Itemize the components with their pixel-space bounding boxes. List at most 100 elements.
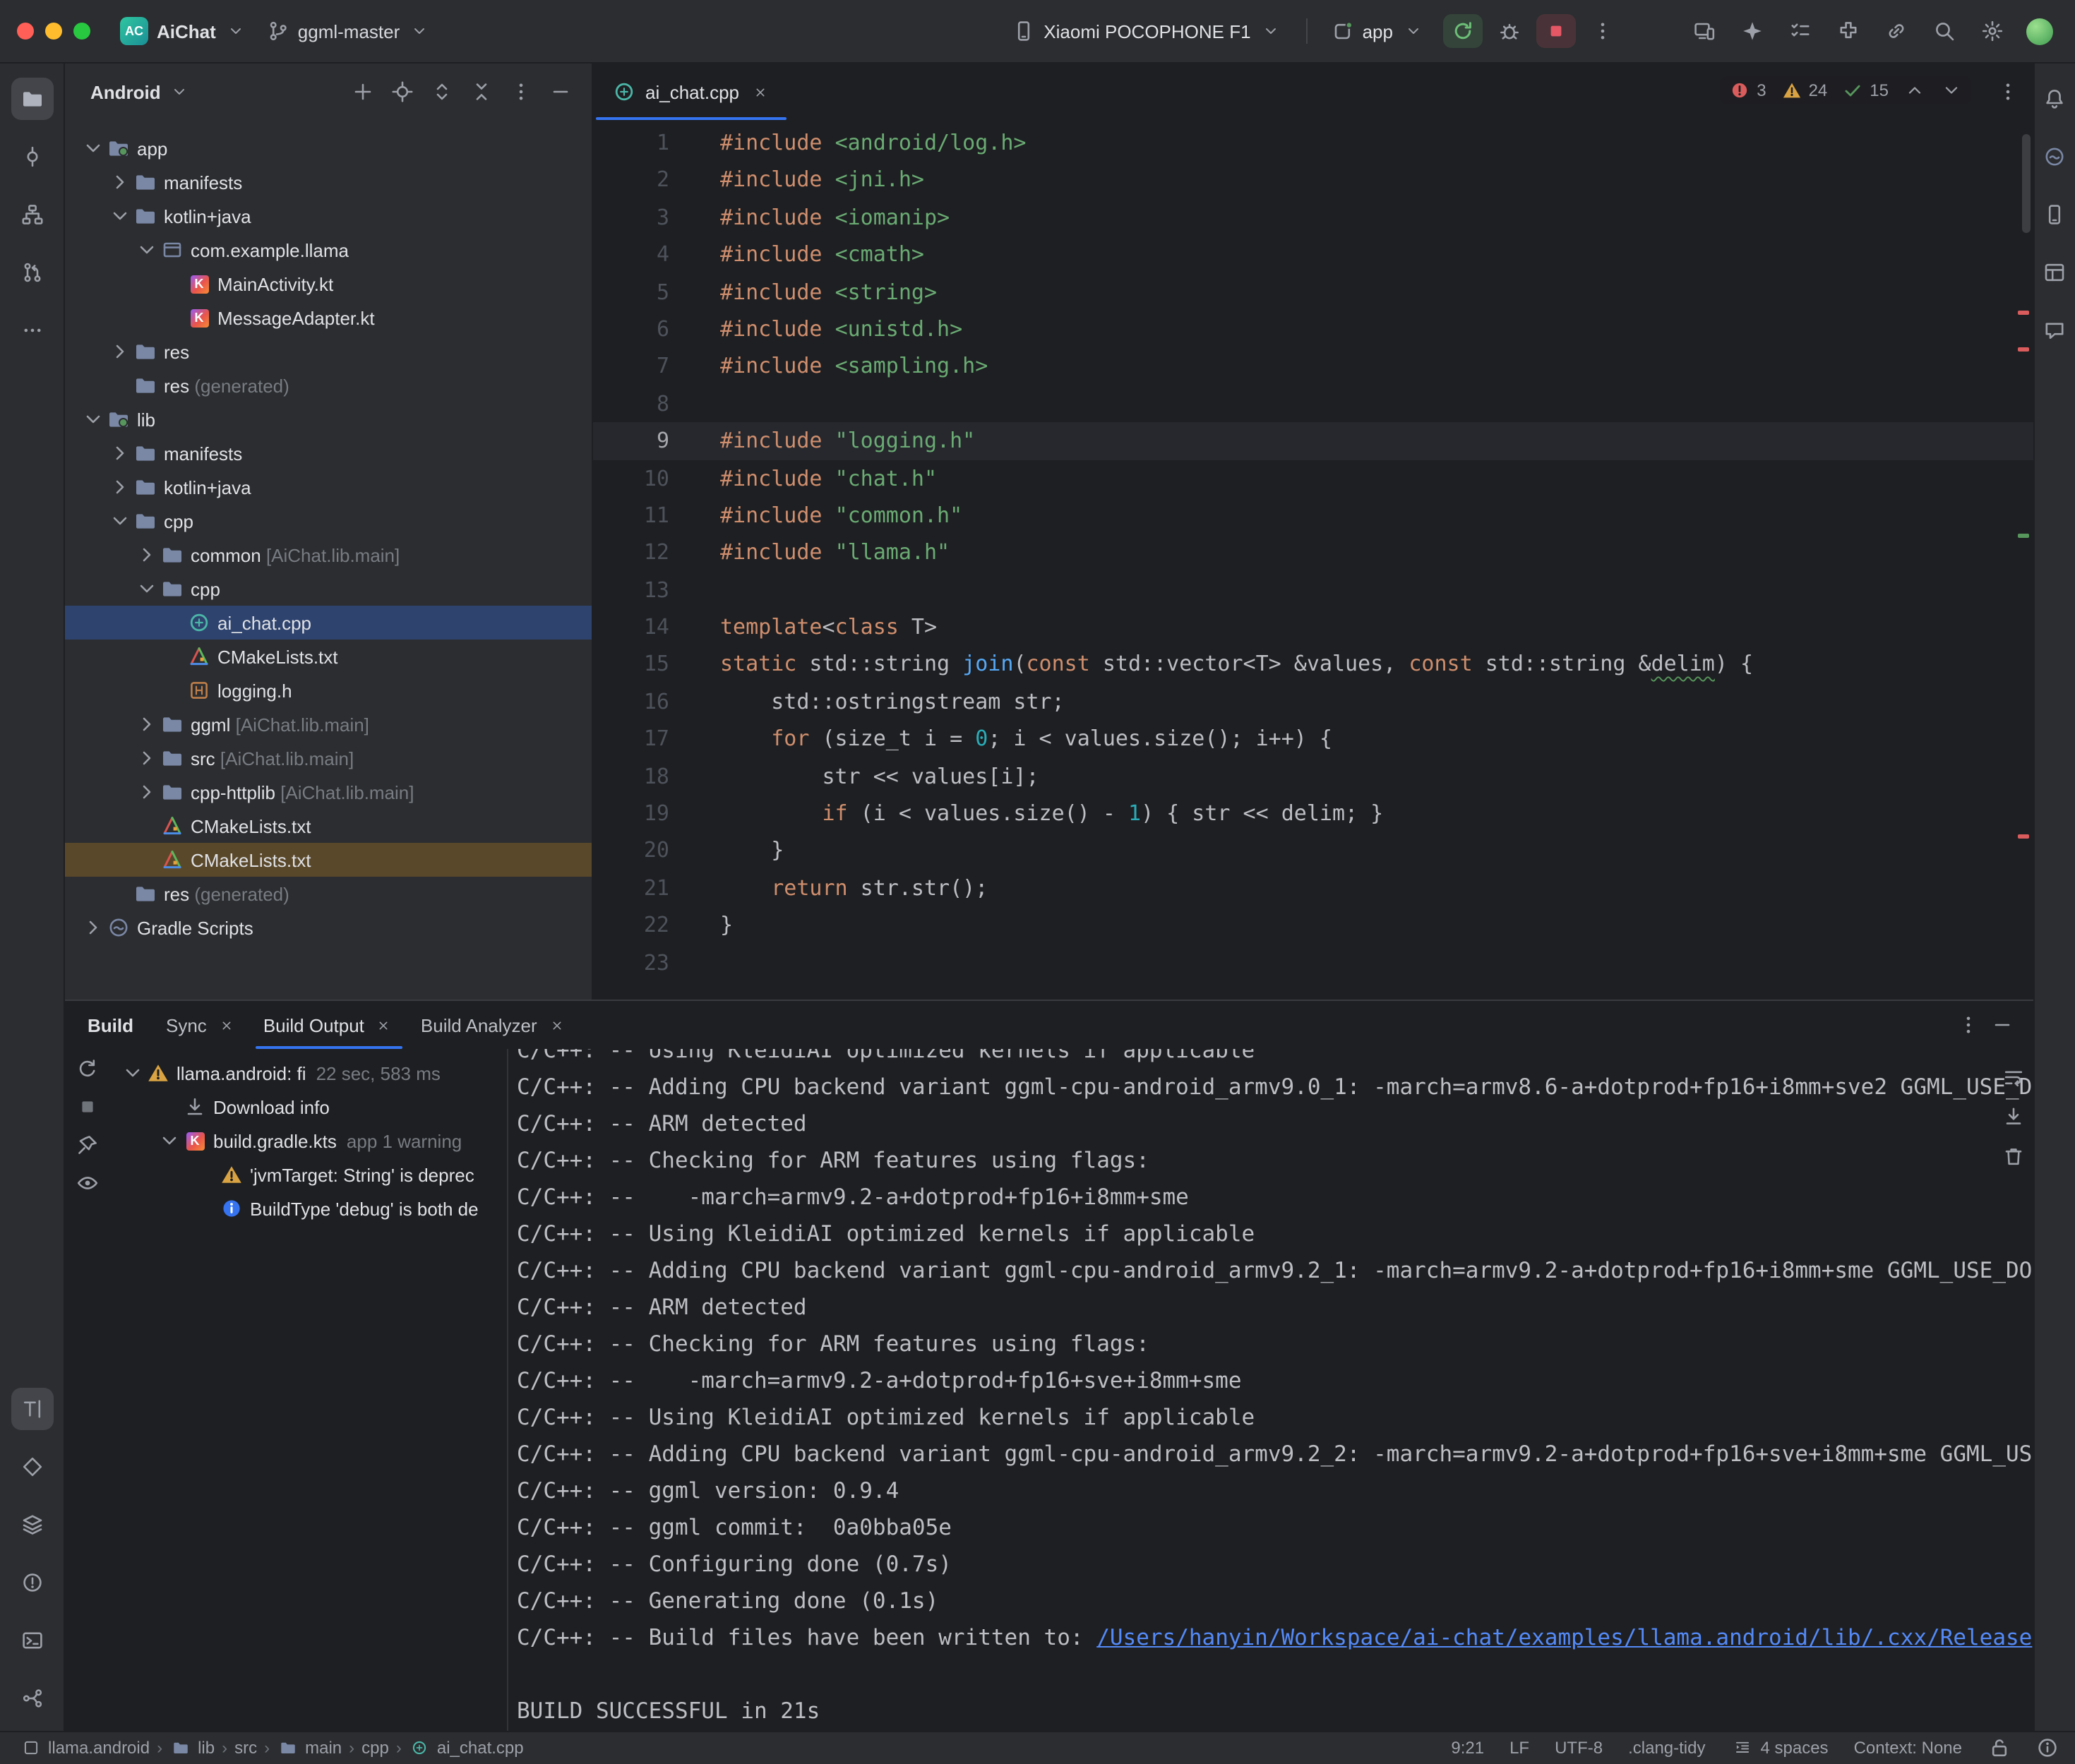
breadcrumb-item-cpp[interactable]: cpp <box>361 1738 389 1758</box>
collapse-all-icon[interactable] <box>465 75 498 109</box>
status-item-clang-tidy[interactable]: .clang-tidy <box>1628 1738 1705 1758</box>
pull-request-tool-button[interactable] <box>11 251 53 294</box>
more-horizontal-tool-button[interactable] <box>11 309 53 352</box>
error-stripe-mark[interactable] <box>2017 347 2028 352</box>
close-icon[interactable] <box>373 1014 395 1036</box>
tree-item-cpp[interactable]: cpp <box>65 504 592 538</box>
terminal-tool-button[interactable] <box>11 1619 53 1661</box>
device-selector[interactable]: Xiaomi POCOPHONE F1 <box>1003 14 1291 48</box>
build-console[interactable]: C/C++: -- Using KleidiAI optimized kerne… <box>508 1049 2033 1731</box>
minimize-panel-icon[interactable] <box>1990 1014 2013 1036</box>
soft-wrap-icon[interactable] <box>2002 1066 2024 1088</box>
tab-ai-chat-cpp[interactable]: ai_chat.cpp <box>593 64 789 120</box>
build-layers-tool-button[interactable] <box>11 1503 53 1545</box>
tree-item-res[interactable]: res (generated) <box>65 877 592 911</box>
gradle-tool-button[interactable] <box>2036 136 2073 178</box>
chevron-right-icon[interactable] <box>109 340 131 363</box>
status-item-4-spaces[interactable]: 4 spaces <box>1731 1736 1829 1759</box>
breadcrumb-item-ai-chat-cpp[interactable]: ai_chat.cpp <box>409 1736 524 1759</box>
tree-item-ai-chat-cpp[interactable]: ai_chat.cpp <box>65 606 592 640</box>
chevron-right-icon[interactable] <box>136 781 158 803</box>
chevron-right-icon[interactable] <box>136 544 158 566</box>
version-control-tool-button[interactable] <box>11 1676 53 1719</box>
chevron-right-icon[interactable] <box>109 171 131 193</box>
pin-icon[interactable] <box>76 1134 99 1156</box>
editor-scrollbar[interactable] <box>2021 134 2030 233</box>
status-item-utf-8[interactable]: UTF-8 <box>1555 1738 1603 1758</box>
status-item-9-21[interactable]: 9:21 <box>1451 1738 1484 1758</box>
app-insights-tool-button[interactable] <box>11 1445 53 1487</box>
tree-item-gradle-scripts[interactable]: Gradle Scripts <box>65 911 592 944</box>
tree-item-cpp-httplib[interactable]: cpp-httplib [AiChat.lib.main] <box>65 775 592 809</box>
tree-item-cpp[interactable]: cpp <box>65 572 592 606</box>
bell-tool-button[interactable] <box>2036 78 2073 120</box>
close-icon[interactable] <box>215 1014 238 1036</box>
tree-item-common[interactable]: common [AiChat.lib.main] <box>65 538 592 572</box>
code-editor[interactable]: 1#include <android/log.h>2#include <jni.… <box>593 121 2033 1000</box>
build-options-icon[interactable] <box>1956 1014 1979 1036</box>
more-vertical-icon[interactable] <box>504 75 538 109</box>
problems-tool-button[interactable] <box>11 1561 53 1603</box>
tree-item-kotlin-java[interactable]: kotlin+java <box>65 199 592 233</box>
stop-button[interactable] <box>1536 14 1575 48</box>
tree-item-lib[interactable]: lib <box>65 402 592 436</box>
chevron-down-icon[interactable] <box>121 1062 144 1084</box>
passed-count[interactable]: 15 <box>1841 79 1889 102</box>
project-tree[interactable]: appmanifestskotlin+javacom.example.llama… <box>65 126 592 1000</box>
run-options-button[interactable] <box>1584 13 1620 49</box>
chevron-down-icon[interactable] <box>168 80 191 103</box>
tree-item-cmakelists-txt[interactable]: CMakeLists.txt <box>65 843 592 877</box>
assistant-chat-tool-button[interactable] <box>2036 309 2073 352</box>
plugins-icon[interactable] <box>1829 13 1866 49</box>
tree-item-ggml[interactable]: ggml [AiChat.lib.main] <box>65 707 592 741</box>
chevron-down-icon[interactable] <box>109 510 131 532</box>
build-window-title[interactable]: Build <box>88 1014 133 1036</box>
build-tree[interactable]: llama.android: fi22 sec, 583 msDownload … <box>110 1049 508 1731</box>
avatar-icon[interactable] <box>2021 13 2058 49</box>
chevron-down-icon[interactable] <box>82 408 104 431</box>
error-count[interactable]: 3 <box>1728 79 1766 102</box>
tree-item-kotlin-java[interactable]: kotlin+java <box>65 470 592 504</box>
locate-icon[interactable] <box>385 75 419 109</box>
hide-icon[interactable] <box>544 75 578 109</box>
chevron-right-icon[interactable] <box>136 747 158 769</box>
chevron-down-icon[interactable] <box>136 577 158 600</box>
chevron-down-icon[interactable] <box>158 1129 181 1152</box>
prev-problem-icon[interactable] <box>1903 79 1925 102</box>
tree-item-manifests[interactable]: manifests <box>65 165 592 199</box>
structure-tool-button[interactable] <box>11 193 53 236</box>
tree-item-buildtype-debug-is-both-de[interactable]: BuildType 'debug' is both de <box>110 1192 507 1225</box>
tree-item-logging-h[interactable]: logging.h <box>65 673 592 707</box>
error-stripe-mark[interactable] <box>2017 834 2028 839</box>
next-problem-icon[interactable] <box>1939 79 1962 102</box>
chevron-right-icon[interactable] <box>136 713 158 736</box>
zoom-window-button[interactable] <box>73 23 90 40</box>
close-window-button[interactable] <box>17 23 34 40</box>
project-widget[interactable]: AC AiChat <box>110 11 257 51</box>
tree-item-com-example-llama[interactable]: com.example.llama <box>65 233 592 267</box>
editor-tab-options-icon[interactable] <box>1996 80 2019 103</box>
build-output-path-link[interactable]: /Users/hanyin/Workspace/ai-chat/examples… <box>1096 1625 2032 1650</box>
tree-item-src[interactable]: src [AiChat.lib.main] <box>65 741 592 775</box>
tree-item-messageadapter-kt[interactable]: KMessageAdapter.kt <box>65 301 592 335</box>
tree-item-jvmtarget-string-is-deprec[interactable]: 'jvmTarget: String' is deprec <box>110 1158 507 1192</box>
chevron-down-icon[interactable] <box>136 239 158 261</box>
tab-build-output[interactable]: Build Output <box>251 1001 408 1049</box>
error-stripe-mark[interactable] <box>2017 311 2028 315</box>
branch-widget[interactable]: ggml-master <box>257 14 441 48</box>
lock-icon[interactable] <box>1987 1736 2010 1759</box>
gemini-sparkle-icon[interactable] <box>1733 13 1770 49</box>
tree-item-cmakelists-txt[interactable]: CMakeLists.txt <box>65 809 592 843</box>
tree-item-manifests[interactable]: manifests <box>65 436 592 470</box>
tree-item-build-gradle-kts[interactable]: Kbuild.gradle.ktsapp 1 warning <box>110 1124 507 1158</box>
breadcrumb-item-main[interactable]: main <box>277 1736 342 1759</box>
layout-tool-button[interactable] <box>2036 251 2073 294</box>
refresh-icon[interactable] <box>76 1057 99 1080</box>
tree-item-res[interactable]: res <box>65 335 592 368</box>
debug-button[interactable] <box>1490 13 1527 49</box>
tree-item-cmakelists-txt[interactable]: CMakeLists.txt <box>65 640 592 673</box>
run-button[interactable] <box>1442 14 1482 48</box>
clear-trash-icon[interactable] <box>2002 1145 2024 1168</box>
plus-icon[interactable] <box>346 75 380 109</box>
tree-item-llama-android-fi[interactable]: llama.android: fi22 sec, 583 ms <box>110 1056 507 1090</box>
